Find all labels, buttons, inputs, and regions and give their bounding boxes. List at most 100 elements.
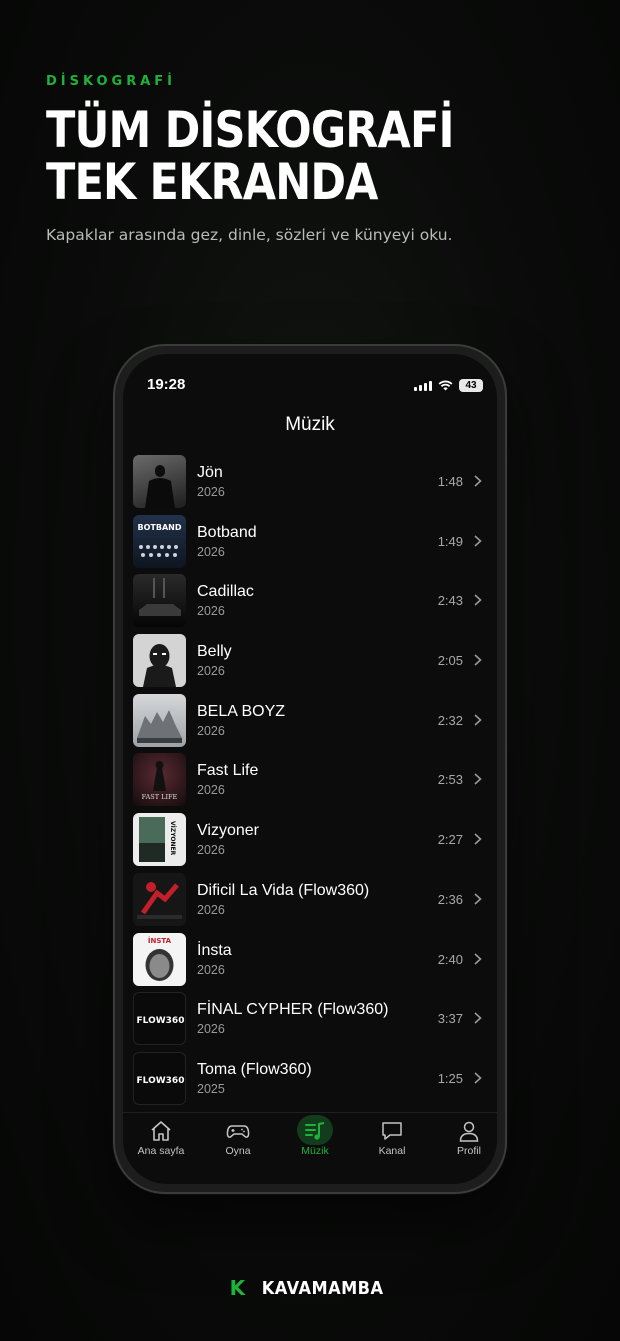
album-cover: FAST LIFE	[133, 753, 186, 807]
chevron-right-icon	[474, 1012, 482, 1024]
tab-muzik[interactable]: Müzik	[277, 1113, 353, 1173]
track-title: Vizyoner	[197, 822, 259, 840]
track-row[interactable]: Cadillac 2026 2:43	[123, 569, 497, 629]
track-row[interactable]: Dificil La Vida (Flow360) 2026 2:36	[123, 868, 497, 928]
eyebrow-label: DİSKOGRAFİ	[46, 74, 176, 89]
screen-title: Müzik	[285, 414, 335, 435]
phone-frame: 19:28 43 Müzik Jön 2026 1:48 BOTBAND Bot…	[113, 344, 507, 1194]
track-row[interactable]: VİZYONER Vizyoner 2026 2:27	[123, 808, 497, 868]
tab-label: Profil	[457, 1145, 481, 1157]
cover-text: BOTBAND	[138, 523, 182, 532]
brand-footer: K KAVAMAMBA	[0, 1276, 620, 1300]
track-title: Jön	[197, 464, 223, 481]
track-title: Botband	[197, 523, 257, 541]
chevron-right-icon	[474, 594, 482, 606]
track-title: Cadillac	[197, 583, 254, 601]
chevron-right-icon	[474, 654, 482, 666]
album-cover: BOTBAND	[133, 514, 186, 568]
cover-text: FLOW360	[137, 1076, 185, 1086]
track-duration: 2:53	[437, 772, 463, 788]
track-duration: 3:37	[437, 1011, 463, 1027]
track-year: 2026	[197, 783, 225, 798]
album-cover: VİZYONER	[133, 813, 186, 867]
track-duration: 2:32	[437, 712, 463, 728]
cover-text: FLOW360	[137, 1016, 185, 1026]
album-cover: İNSTA	[133, 932, 186, 986]
tab-bar: Ana sayfa Oyna Müzik Kanal Profil	[123, 1112, 497, 1172]
wifi-icon	[438, 380, 453, 391]
chevron-right-icon	[474, 952, 482, 965]
track-duration: 1:25	[437, 1070, 463, 1086]
tab-label: Ana sayfa	[137, 1145, 185, 1157]
headline-line-1: TÜM DİSKOGRAFİ	[46, 101, 455, 159]
chevron-right-icon	[474, 773, 482, 786]
track-row[interactable]: FLOW360 FİNAL CYPHER (Flow360) 2026 3:37	[123, 987, 497, 1047]
tab-profil[interactable]: Profil	[431, 1113, 497, 1173]
battery-icon: 43	[459, 379, 483, 392]
tab-kanal[interactable]: Kanal	[354, 1113, 430, 1173]
track-title: Fast Life	[197, 762, 259, 780]
chevron-right-icon	[474, 833, 482, 845]
chevron-right-icon	[474, 893, 482, 905]
track-year: 2026	[197, 1022, 225, 1037]
track-list: Jön 2026 1:48 BOTBAND Botband 2026 1:49 …	[123, 450, 497, 1107]
subtitle: Kapaklar arasında gez, dinle, sözleri ve…	[46, 226, 453, 244]
album-cover: FLOW360	[133, 1051, 186, 1105]
cover-text: VİZYONER	[169, 821, 176, 856]
track-row[interactable]: İNSTA İnsta 2026 2:40	[123, 928, 497, 988]
album-cover: FLOW360	[133, 992, 186, 1046]
chevron-right-icon	[474, 475, 482, 487]
person-icon	[459, 1121, 479, 1142]
brand-name: KAVAMAMBA	[261, 1277, 384, 1299]
tab-label: Kanal	[378, 1145, 406, 1157]
headline-line-2: TEK EKRANDA	[46, 153, 378, 211]
album-cover	[133, 693, 186, 747]
album-cover	[133, 574, 186, 628]
headline: TÜM DİSKOGRAFİ TEK EKRANDA	[46, 104, 510, 208]
chevron-right-icon	[474, 1072, 482, 1084]
status-time: 19:28	[147, 376, 186, 393]
track-title: Dificil La Vida (Flow360)	[197, 881, 370, 899]
track-year: 2026	[197, 604, 225, 619]
track-title: Toma (Flow360)	[197, 1060, 312, 1078]
cover-text: İNSTA	[148, 936, 172, 945]
track-year: 2026	[197, 485, 225, 499]
chevron-right-icon	[474, 535, 482, 547]
track-title: FİNAL CYPHER (Flow360)	[197, 1001, 389, 1019]
track-year: 2025	[197, 1081, 225, 1096]
track-row[interactable]: Belly 2026 2:05	[123, 629, 497, 689]
status-bar: 19:28 43	[147, 376, 483, 396]
track-row[interactable]: FAST LIFE Fast Life 2026 2:53	[123, 748, 497, 808]
track-year: 2026	[197, 664, 225, 679]
tab-label: Oyna	[225, 1145, 251, 1157]
signal-icon	[414, 380, 432, 391]
tab-label: Müzik	[301, 1145, 329, 1157]
album-cover	[133, 872, 186, 926]
phone-screen: 19:28 43 Müzik Jön 2026 1:48 BOTBAND Bot…	[123, 354, 497, 1184]
track-duration: 2:36	[437, 891, 463, 907]
chat-bubble-icon	[382, 1122, 402, 1140]
cover-text: FAST LIFE	[142, 793, 178, 801]
track-year: 2026	[197, 723, 225, 738]
track-row[interactable]: BELA BOYZ 2026 2:32	[123, 689, 497, 749]
music-list-icon	[305, 1122, 325, 1140]
brand-logo-icon: K	[229, 1276, 246, 1300]
track-year: 2026	[197, 902, 225, 917]
chevron-right-icon	[474, 714, 482, 726]
track-title: BELA BOYZ	[197, 702, 286, 720]
gamepad-icon	[226, 1125, 250, 1138]
track-row[interactable]: Jön 2026 1:48	[123, 450, 497, 510]
track-row[interactable]: BOTBAND Botband 2026 1:49	[123, 510, 497, 570]
track-year: 2026	[197, 544, 225, 559]
track-duration: 2:43	[437, 593, 463, 609]
track-title: Belly	[197, 643, 232, 661]
track-row[interactable]: FLOW360 Toma (Flow360) 2025 1:25	[123, 1047, 497, 1107]
album-cover	[133, 455, 186, 508]
track-duration: 2:40	[437, 951, 463, 967]
tab-ana-sayfa[interactable]: Ana sayfa	[123, 1113, 199, 1173]
track-duration: 2:05	[437, 653, 463, 669]
track-duration: 1:49	[437, 533, 463, 549]
tab-oyna[interactable]: Oyna	[200, 1113, 276, 1173]
track-year: 2026	[197, 843, 225, 858]
album-cover	[133, 634, 186, 688]
